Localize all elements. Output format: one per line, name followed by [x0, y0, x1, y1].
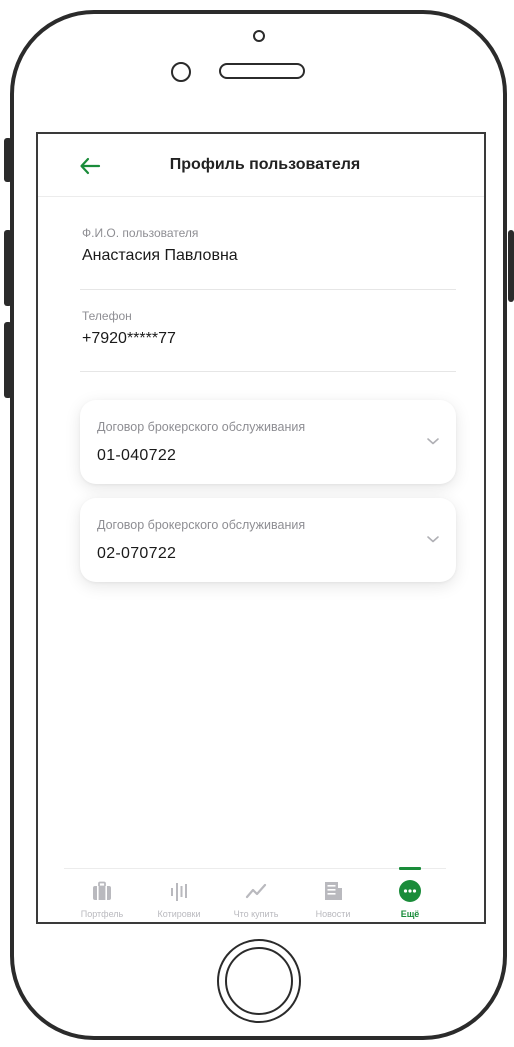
power-button — [508, 230, 514, 302]
contract-card-2[interactable]: Договор брокерского обслуживания 02-0707… — [80, 498, 456, 582]
mute-switch — [4, 138, 12, 182]
phone-value: +7920*****77 — [82, 330, 176, 347]
briefcase-icon — [93, 881, 111, 900]
phone-field: Телефон +7920*****77 — [82, 309, 456, 348]
tab-label: Что купить — [233, 909, 279, 919]
phone-label: Телефон — [82, 309, 132, 323]
contract-number: 02-070722 — [97, 545, 177, 562]
tab-portfolio[interactable]: Портфель — [64, 869, 140, 922]
contract-label: Договор брокерского обслуживания — [97, 420, 306, 434]
contract-number: 01-040722 — [97, 447, 177, 464]
bottom-navigation: Портфель Котировки Что купить Новости Ещ… — [64, 867, 448, 922]
app-screen: Профиль пользователя Ф.И.О. пользователя… — [36, 132, 486, 924]
sensor — [253, 30, 265, 42]
volume-up-button — [4, 230, 12, 306]
trend-icon — [245, 883, 267, 899]
name-field: Ф.И.О. пользователя Анастасия Павловна — [82, 226, 456, 265]
divider — [80, 371, 456, 372]
more-icon — [399, 880, 421, 902]
tab-more[interactable]: Ещё — [372, 867, 448, 922]
divider — [80, 289, 456, 290]
tab-quotes[interactable]: Котировки — [141, 869, 217, 922]
page-title: Профиль пользователя — [169, 156, 361, 173]
name-label: Ф.И.О. пользователя — [82, 226, 199, 240]
active-tab-indicator — [399, 867, 421, 870]
tab-news[interactable]: Новости — [295, 869, 371, 922]
tab-label: Ещё — [400, 909, 420, 919]
contract-card-1[interactable]: Договор брокерского обслуживания 01-0407… — [80, 400, 456, 484]
tab-what-to-buy[interactable]: Что купить — [218, 869, 294, 922]
home-button[interactable] — [217, 939, 301, 1023]
tab-label: Портфель — [80, 909, 124, 919]
name-value: Анастасия Павловна — [82, 247, 238, 264]
tab-label: Котировки — [157, 909, 201, 919]
volume-down-button — [4, 322, 12, 398]
tab-label: Новости — [315, 909, 351, 919]
earpiece-speaker — [219, 63, 305, 79]
contract-label: Договор брокерского обслуживания — [97, 518, 306, 532]
chevron-down-icon[interactable] — [426, 532, 440, 546]
quotes-icon — [171, 883, 187, 901]
news-icon — [325, 882, 342, 900]
front-camera — [171, 62, 191, 82]
chevron-down-icon[interactable] — [426, 434, 440, 448]
header: Профиль пользователя — [38, 134, 484, 197]
